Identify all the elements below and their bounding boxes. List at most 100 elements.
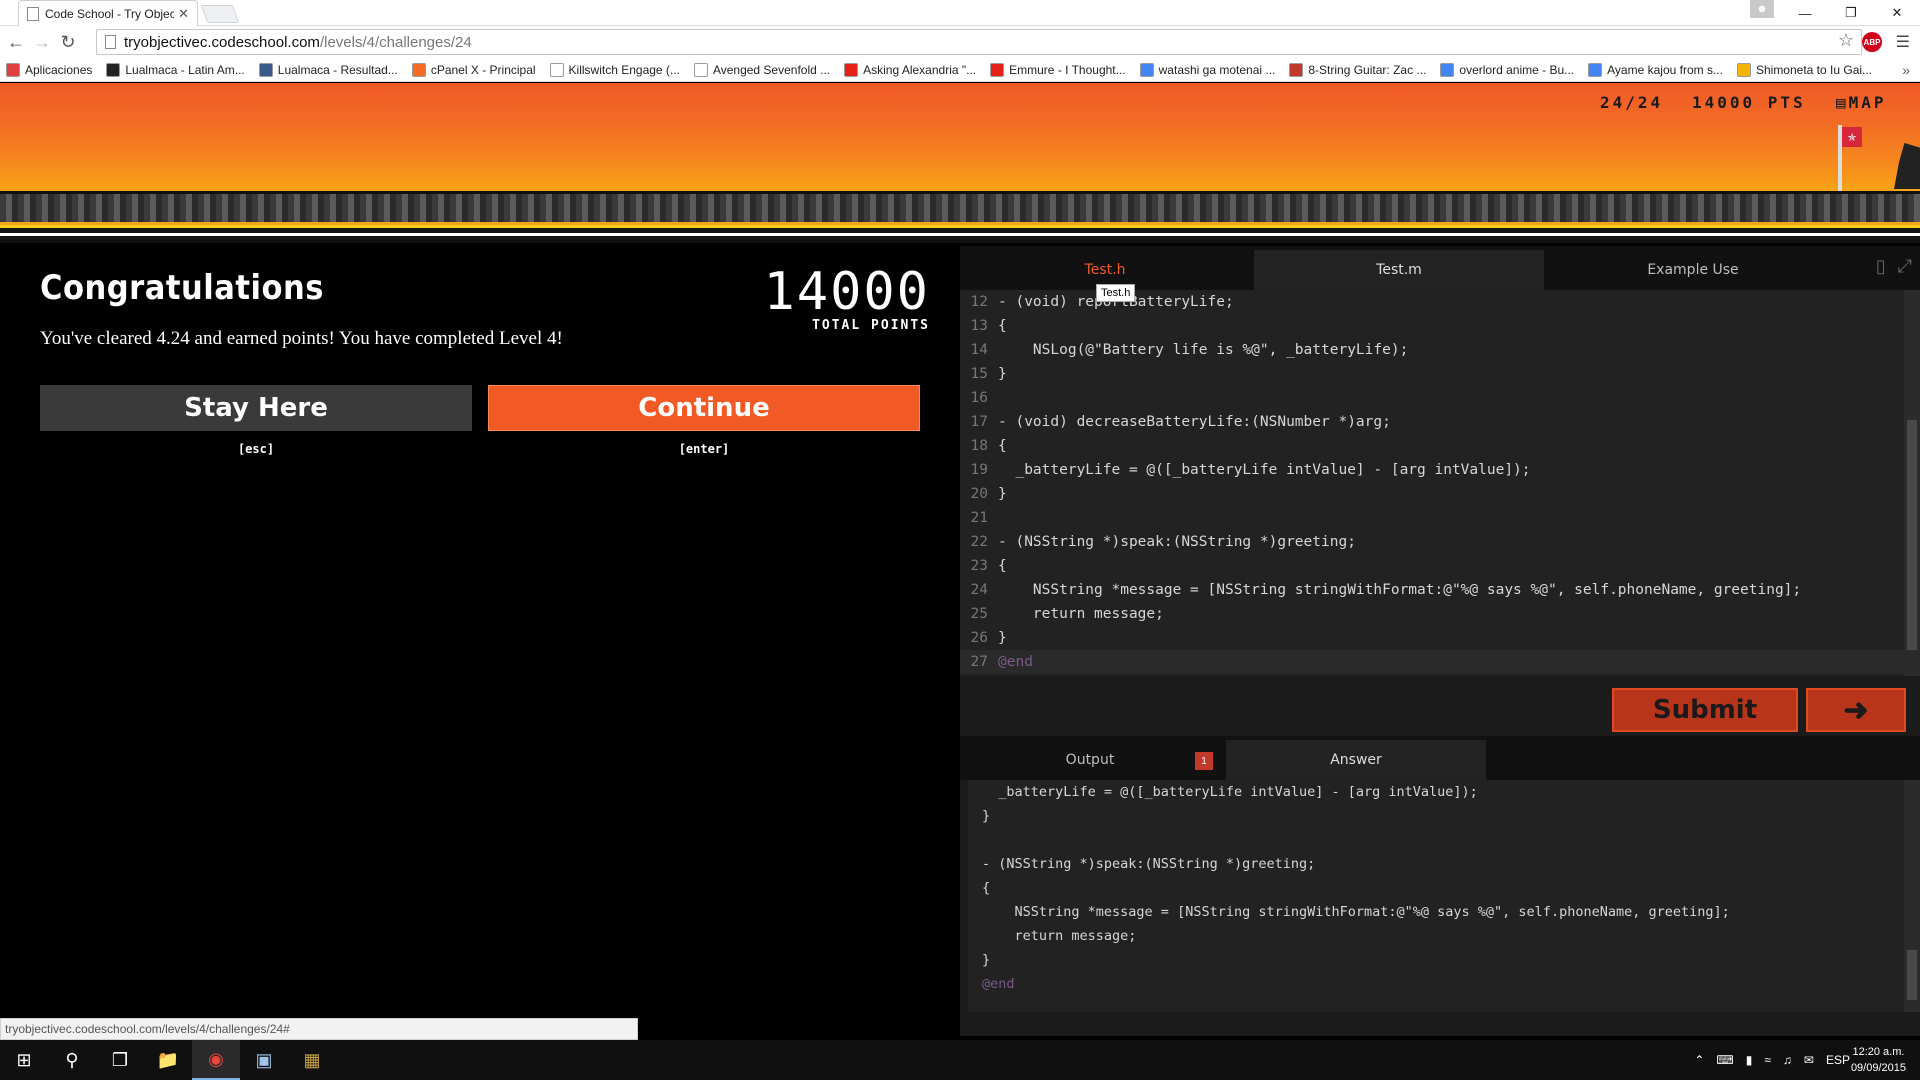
reload-icon[interactable]: ↻ xyxy=(56,30,80,54)
bookmark-favicon-icon xyxy=(990,62,1005,77)
close-window-icon[interactable]: ✕ xyxy=(1874,0,1920,26)
keyboard-icon[interactable]: ⌨ xyxy=(1716,1053,1733,1067)
address-bar[interactable]: tryobjectivec.codeschool.com/levels/4/ch… xyxy=(96,29,1862,55)
answer-line: - (NSString *)speak:(NSString *)greeting… xyxy=(982,856,1316,872)
task-view-icon[interactable]: ❐ xyxy=(96,1040,144,1080)
app-cube-icon[interactable]: ▣ xyxy=(240,1040,288,1080)
tab-output[interactable]: Output xyxy=(960,740,1220,780)
bookmark-label: Emmure - I Thought... xyxy=(1009,62,1126,77)
search-icon[interactable]: ⚲ xyxy=(48,1040,96,1080)
code-line: 24 NSString *message = [NSString stringW… xyxy=(960,578,1904,602)
language-indicator[interactable]: ESP xyxy=(1826,1053,1850,1067)
challenge-progress: 24/24 xyxy=(1600,93,1664,112)
line-number: 22 xyxy=(970,534,988,550)
bookmark-item[interactable]: cPanel X - Principal xyxy=(411,62,536,77)
continue-button[interactable]: Continue xyxy=(488,385,920,431)
line-number: 25 xyxy=(970,606,988,622)
league-launcher-icon[interactable]: ▦ xyxy=(288,1040,336,1080)
bookmarks-overflow-icon[interactable]: » xyxy=(1902,62,1910,78)
code-text: { xyxy=(998,438,1007,454)
answer-line: { xyxy=(982,880,991,896)
new-tab-button[interactable] xyxy=(200,5,240,23)
tab-answer[interactable]: Answer xyxy=(1226,740,1486,780)
banner-ground xyxy=(0,191,1920,225)
map-icon: ▤ xyxy=(1836,93,1849,112)
code-text: NSString *message = [NSString stringWith… xyxy=(998,582,1802,598)
answer-scrollbar[interactable] xyxy=(1904,780,1920,1012)
bookmark-star-icon[interactable]: ☆ xyxy=(1838,30,1854,51)
line-number: 14 xyxy=(970,342,988,358)
bookmark-favicon-icon xyxy=(1440,62,1455,77)
stay-here-button[interactable]: Stay Here xyxy=(40,385,472,431)
restore-icon[interactable]: ❐ xyxy=(1828,0,1874,26)
next-arrow-button[interactable]: ➜ xyxy=(1806,688,1906,732)
submit-button[interactable]: Submit xyxy=(1612,688,1798,732)
line-number: 23 xyxy=(970,558,988,574)
tab-example-use[interactable]: Example Use xyxy=(1548,250,1838,290)
file-explorer-icon[interactable]: 📁 xyxy=(144,1040,192,1080)
adblock-icon[interactable]: ABP xyxy=(1862,32,1882,52)
clock-time: 12:20 a.m. xyxy=(1852,1046,1905,1058)
bookmark-item[interactable]: Killswitch Engage (... xyxy=(549,62,680,77)
answer-line: _batteryLife = @([_batteryLife intValue]… xyxy=(982,784,1478,800)
profile-icon[interactable]: ☻ xyxy=(1750,0,1774,18)
notifications-icon[interactable]: ✉ xyxy=(1804,1053,1814,1067)
code-line: 16 xyxy=(960,386,1904,410)
code-scrollbar[interactable] xyxy=(1904,290,1920,676)
browser-toolbar: ← → ↻ tryobjectivec.codeschool.com/level… xyxy=(0,26,1920,58)
code-line: 18 { xyxy=(960,434,1904,458)
game-banner: 24/24 14000 PTS ▤MAP ✯ xyxy=(0,83,1920,243)
bookmark-item[interactable]: Emmure - I Thought... xyxy=(990,62,1126,77)
line-number: 12 xyxy=(970,294,988,310)
bookmark-item[interactable]: Aplicaciones xyxy=(6,62,92,77)
windows-start-icon[interactable]: ⊞ xyxy=(0,1040,48,1080)
hamburger-menu-icon[interactable]: ☰ xyxy=(1896,32,1910,52)
banner-stripe xyxy=(0,233,1920,236)
split-view-icon[interactable]: ▯ xyxy=(1876,256,1886,277)
bookmark-label: Lualmaca - Resultad... xyxy=(277,62,398,77)
scrollbar-thumb[interactable] xyxy=(1907,950,1917,1000)
line-number: 20 xyxy=(970,486,988,502)
bookmark-item[interactable]: Asking Alexandria "... xyxy=(844,62,977,77)
line-number: 21 xyxy=(970,510,988,526)
bookmark-item[interactable]: Lualmaca - Resultad... xyxy=(258,62,398,77)
bookmark-item[interactable]: overlord anime - Bu... xyxy=(1440,62,1574,77)
volume-icon[interactable]: ♫ xyxy=(1783,1053,1792,1067)
code-area[interactable]: 12- (void) reportBatteryLife; 13{14 NSLog… xyxy=(960,290,1904,676)
bookmark-label: cPanel X - Principal xyxy=(430,62,536,77)
code-line: 26} xyxy=(960,626,1904,650)
bookmark-label: Killswitch Engage (... xyxy=(568,62,680,77)
bookmark-item[interactable]: Avenged Sevenfold ... xyxy=(693,62,830,77)
minimize-icon[interactable]: — xyxy=(1782,0,1828,26)
bookmark-item[interactable]: Lualmaca - Latin Am... xyxy=(106,62,245,77)
flag-icon: ✯ xyxy=(1842,127,1862,147)
bookmark-item[interactable]: watashi ga motenai ... xyxy=(1139,62,1275,77)
congrats-title: Congratulations xyxy=(40,268,324,308)
bookmark-item[interactable]: Ayame kajou from s... xyxy=(1588,62,1723,77)
bookmark-item[interactable]: Shimoneta to Iu Gai... xyxy=(1736,62,1872,77)
battery-icon[interactable]: ▮ xyxy=(1746,1053,1753,1067)
code-text: _batteryLife = @([_batteryLife intValue]… xyxy=(998,462,1531,478)
fullscreen-icon[interactable]: ⤢ xyxy=(1898,256,1912,277)
scrollbar-thumb[interactable] xyxy=(1907,420,1917,650)
code-text: @end xyxy=(998,654,1033,670)
chevron-up-icon[interactable]: ⌃ xyxy=(1694,1053,1704,1067)
code-text: } xyxy=(998,486,1007,502)
browser-tab[interactable]: Code School - Try Objecti ✕ xyxy=(18,0,198,26)
answer-area[interactable]: _batteryLife = @([_batteryLife intValue]… xyxy=(968,780,1904,1012)
map-link[interactable]: ▤MAP xyxy=(1836,93,1887,112)
bookmark-label: Asking Alexandria "... xyxy=(863,62,977,77)
forward-arrow-icon[interactable]: → xyxy=(30,30,54,54)
bookmark-label: Ayame kajou from s... xyxy=(1607,62,1723,77)
back-arrow-icon[interactable]: ← xyxy=(4,30,28,54)
bookmark-favicon-icon xyxy=(1289,62,1304,77)
close-tab-icon[interactable]: ✕ xyxy=(178,6,189,22)
chrome-icon[interactable]: ◉ xyxy=(192,1040,240,1080)
system-clock[interactable]: 12:20 a.m. 09/09/2015 xyxy=(1851,1044,1906,1076)
bookmark-item[interactable]: 8-String Guitar: Zac ... xyxy=(1289,62,1426,77)
bookmark-favicon-icon xyxy=(411,62,426,77)
line-number: 16 xyxy=(970,390,988,406)
tab-title: Code School - Try Objecti xyxy=(45,6,175,21)
wifi-icon[interactable]: ≈ xyxy=(1764,1053,1771,1067)
tab-test-m[interactable]: Test.m xyxy=(1254,250,1544,290)
